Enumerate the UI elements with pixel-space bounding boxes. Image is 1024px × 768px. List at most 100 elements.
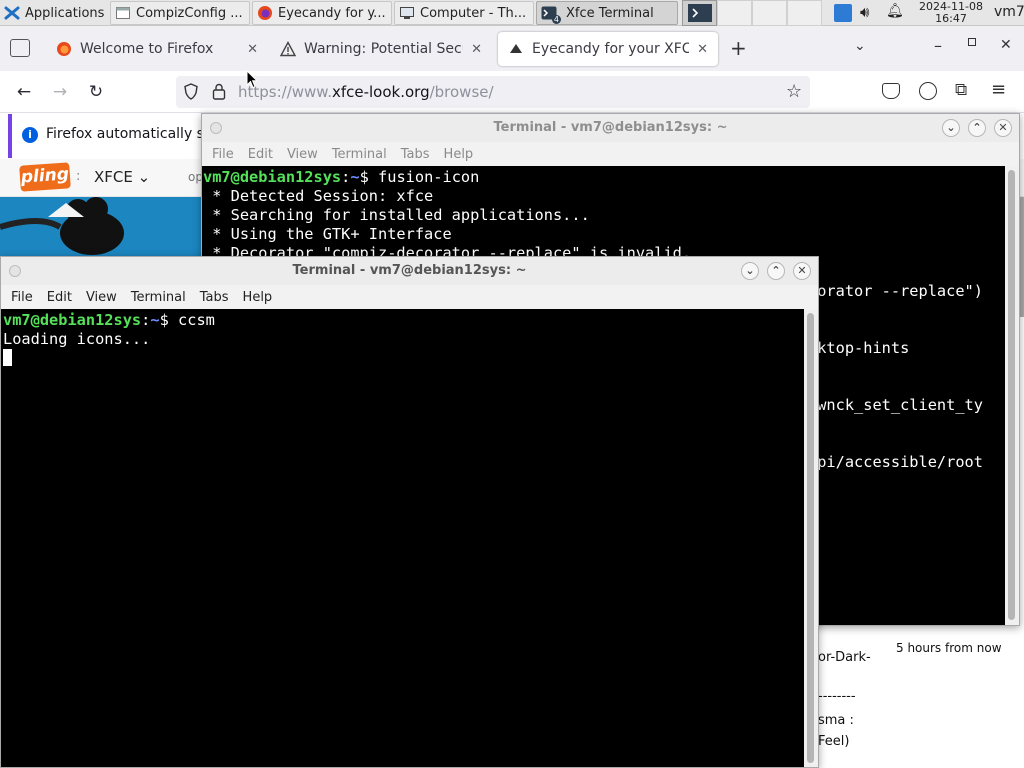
reload-icon[interactable]: ↻ [84, 80, 108, 104]
window-titlebar[interactable]: Terminal - vm7@debian12sys: ~ ⌄ ⌃ ✕ [1, 257, 818, 285]
bookmark-star-icon[interactable]: ☆ [786, 81, 802, 102]
forward-arrow-icon[interactable]: → [48, 80, 72, 104]
scrollbar-thumb[interactable] [807, 313, 814, 763]
menu-file[interactable]: File [205, 147, 241, 162]
taskbar-item-file-manager[interactable]: Computer - Th... [394, 1, 534, 25]
close-button[interactable]: ✕ [994, 119, 1012, 137]
settings-icon [115, 5, 131, 21]
terminal-menubar: File Edit View Terminal Tabs Help [202, 142, 1019, 166]
pocket-icon[interactable] [882, 83, 900, 99]
tab-strip: Welcome to Firefox ✕ Warning: Potential … [0, 26, 1024, 71]
listing-text: -------- [818, 689, 856, 704]
firefox-icon [257, 5, 273, 21]
clock[interactable]: 2024-11-08 16:47 [912, 0, 990, 25]
firefox-view-icon[interactable] [10, 39, 30, 57]
applications-label: Applications [25, 5, 105, 21]
user-menu[interactable]: vm7 [994, 4, 1024, 20]
category-label: XFCE [94, 168, 133, 186]
menu-help[interactable]: Help [236, 290, 280, 305]
workspace-3[interactable] [752, 0, 787, 26]
firefox-icon [56, 41, 72, 57]
taskbar-item-compizconfig[interactable]: CompizConfig ... [110, 1, 250, 25]
window-count-badge: 4 [551, 15, 561, 24]
back-arrow-icon[interactable]: ← [12, 80, 36, 104]
category-dropdown[interactable]: XFCE ⌄ [94, 168, 150, 186]
maximize-button[interactable]: ⌃ [767, 262, 785, 280]
listing-text: Feel) [818, 734, 850, 749]
terminal-scrollbar[interactable] [1005, 166, 1019, 625]
time-label: 5 hours from now [896, 641, 1002, 655]
taskbar-item-terminal[interactable]: 4 Xfce Terminal [536, 1, 678, 25]
output-fragment: spi/accessible/root [808, 453, 983, 471]
menu-view[interactable]: View [280, 147, 325, 162]
network-icon[interactable] [834, 4, 852, 22]
tab-welcome[interactable]: Welcome to Firefox ✕ [46, 32, 268, 66]
menu-terminal[interactable]: Terminal [124, 290, 193, 305]
hamburger-menu-icon[interactable]: ≡ [991, 79, 1006, 100]
output-line: Loading icons... [3, 330, 151, 348]
list-all-tabs-icon[interactable]: ⌄ [854, 38, 866, 54]
workspace-1[interactable] [682, 0, 717, 26]
terminal-output[interactable]: vm7@debian12sys:~$ ccsm Loading icons... [1, 309, 804, 767]
url-host: xfce-look.org [331, 83, 430, 101]
output-line: * Using the GTK+ Interface [203, 225, 452, 243]
workspace-switcher[interactable] [682, 0, 822, 26]
url-path: /browse/ [429, 83, 494, 101]
close-tab-icon[interactable]: ✕ [697, 42, 708, 57]
lock-icon[interactable] [212, 83, 226, 100]
close-window-button[interactable]: ✕ [1000, 37, 1012, 53]
menu-edit[interactable]: Edit [40, 290, 79, 305]
close-button[interactable]: ✕ [793, 262, 811, 280]
taskbar-item-firefox[interactable]: Eyecandy for y... [252, 1, 392, 25]
minimize-button[interactable]: ⌄ [942, 119, 960, 137]
menu-file[interactable]: File [4, 290, 40, 305]
menu-view[interactable]: View [79, 290, 124, 305]
menu-tabs[interactable]: Tabs [193, 290, 236, 305]
tab-warning[interactable]: Warning: Potential Security Risk Ahead ✕ [270, 32, 492, 66]
terminal-scrollbar[interactable] [804, 309, 818, 767]
command-text: fusion-icon [378, 168, 480, 186]
close-tab-icon[interactable]: ✕ [471, 42, 482, 57]
tab-title: Warning: Potential Security Risk Ahead [304, 41, 463, 57]
prompt-user: vm7@debian12sys [203, 168, 342, 186]
pling-icon [508, 41, 524, 57]
menu-terminal[interactable]: Terminal [325, 147, 394, 162]
url-text[interactable]: https://www.xfce-look.org/browse/ [238, 83, 494, 101]
computer-icon [399, 5, 415, 21]
terminal-window-front[interactable]: Terminal - vm7@debian12sys: ~ ⌄ ⌃ ✕ File… [0, 256, 819, 768]
extensions-icon[interactable]: ⧉ [955, 80, 967, 100]
xfce-mouse-mascot-icon [0, 197, 124, 255]
prompt-symbol: $ [159, 311, 169, 329]
window-title: Terminal - vm7@debian12sys: ~ [493, 120, 728, 135]
maximize-button[interactable] [968, 38, 976, 46]
window-menu-icon[interactable] [210, 122, 222, 134]
pling-logo[interactable]: pling [19, 162, 71, 192]
menu-edit[interactable]: Edit [241, 147, 280, 162]
volume-icon[interactable]: 🔊︎ [860, 3, 869, 21]
workspace-2[interactable] [717, 0, 752, 26]
account-icon[interactable] [919, 82, 937, 100]
applications-menu-button[interactable]: Applications ⋮ [0, 1, 108, 25]
close-tab-icon[interactable]: ✕ [247, 42, 258, 57]
maximize-button[interactable]: ⌃ [968, 119, 986, 137]
prompt-line: vm7@debian12sys:~$ fusion-icon [203, 168, 480, 186]
tracking-shield-icon[interactable] [184, 83, 198, 100]
taskbar-item-label: Computer - Th... [420, 5, 527, 21]
prompt-user: vm7@debian12sys [3, 311, 142, 329]
minimize-button[interactable]: ⌄ [741, 262, 759, 280]
minimize-button[interactable]: – [934, 36, 942, 55]
text-cursor [3, 349, 12, 366]
workspace-4[interactable] [787, 0, 822, 26]
chevron-down-icon: ⌄ [137, 168, 151, 186]
output-fragment: corator --replace") [808, 282, 983, 300]
menu-tabs[interactable]: Tabs [394, 147, 437, 162]
window-titlebar[interactable]: Terminal - vm7@debian12sys: ~ ⌄ ⌃ ✕ [202, 114, 1019, 142]
output-fragment: wnck_set_client_ty [808, 396, 983, 414]
new-tab-button[interactable]: + [730, 36, 747, 60]
scrollbar-thumb[interactable] [1008, 170, 1015, 620]
window-menu-icon[interactable] [9, 265, 21, 277]
tab-eyecandy[interactable]: Eyecandy for your XFCE-desktop ✕ [498, 32, 718, 66]
url-bar[interactable]: https://www.xfce-look.org/browse/ ☆ [176, 76, 810, 108]
notification-bell-icon[interactable]: 🔔︎ [886, 3, 904, 19]
menu-help[interactable]: Help [437, 147, 481, 162]
